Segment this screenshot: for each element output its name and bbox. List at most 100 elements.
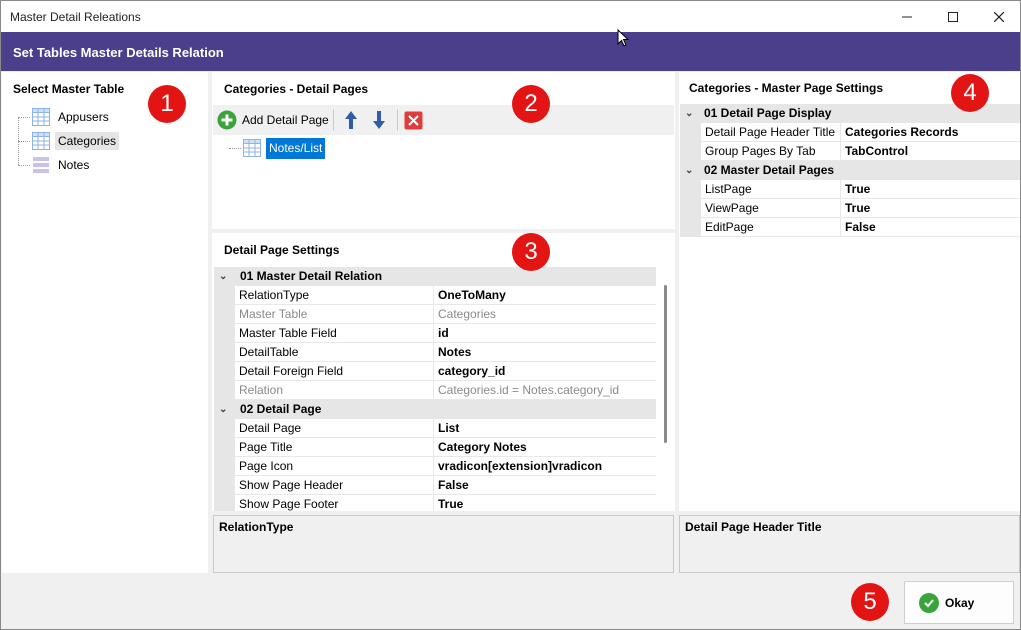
pg-category-detail-page[interactable]: ⌄ 02 Detail Page — [214, 400, 656, 419]
table-icon — [32, 108, 50, 126]
pg-row-value[interactable]: True — [434, 495, 656, 511]
master-settings-description: Detail Page Header Title — [679, 515, 1020, 573]
pg-row-value[interactable]: category_id — [434, 362, 656, 381]
tree-item-notes[interactable]: Notes — [32, 155, 92, 175]
pg-row-view-page[interactable]: ViewPage True — [701, 199, 1020, 218]
pg-row-page-title[interactable]: Page Title Category Notes — [235, 438, 656, 457]
pg-row-master-table-field[interactable]: Master Table Field id — [235, 324, 656, 343]
pg-row-name: Show Page Header — [235, 476, 434, 495]
pg-row-value[interactable]: False — [841, 218, 1020, 237]
pg-row-name: Relation — [235, 381, 434, 400]
pg-row-name: Detail Foreign Field — [235, 362, 434, 381]
badge-2: 2 — [512, 85, 550, 123]
pg-row-show-page-header[interactable]: Show Page Header False — [235, 476, 656, 495]
pg-row-value[interactable]: vradicon[extension]vradicon — [434, 457, 656, 476]
scrollbar-thumb[interactable] — [664, 285, 667, 443]
pg-row-value[interactable]: OneToMany — [434, 286, 656, 305]
master-settings-title: Categories - Master Page Settings — [689, 81, 884, 95]
pg-row-name: RelationType — [235, 286, 434, 305]
chevron-down-icon: ⌄ — [685, 165, 694, 176]
minimize-button[interactable] — [884, 1, 930, 32]
badge-5: 5 — [851, 583, 889, 621]
pg-row-edit-page[interactable]: EditPage False — [701, 218, 1020, 237]
pg-category-label: 02 Detail Page — [240, 402, 322, 416]
delete-detail-page-button[interactable] — [404, 109, 423, 131]
plus-circle-icon — [217, 110, 237, 130]
pg-row-value[interactable]: True — [841, 199, 1020, 218]
pg-row-name: DetailTable — [235, 343, 434, 362]
pg-category-label: 01 Detail Page Display — [704, 106, 832, 120]
pg-row-list-page[interactable]: ListPage True — [701, 180, 1020, 199]
pg-category-master-detail-relation[interactable]: ⌄ 01 Master Detail Relation — [214, 267, 656, 286]
delete-icon — [404, 111, 423, 129]
master-table-title: Select Master Table — [13, 82, 125, 96]
pg-row-show-page-footer[interactable]: Show Page Footer True — [235, 495, 656, 511]
table-icon — [243, 139, 261, 157]
pg-row-name: ListPage — [701, 180, 841, 199]
pg-category-label: 01 Master Detail Relation — [240, 269, 383, 283]
add-detail-page-label: Add Detail Page — [242, 113, 329, 127]
pg-row-name: Detail Page Header Title — [701, 123, 841, 142]
pg-row-value[interactable]: List — [434, 419, 656, 438]
badge-4: 4 — [951, 74, 989, 112]
maximize-icon — [948, 11, 958, 22]
pg-row-name: Page Title — [235, 438, 434, 457]
table-icon — [32, 132, 50, 150]
tree-item-categories[interactable]: Categories — [32, 131, 120, 151]
pg-category-master-detail-pages[interactable]: ⌄ 02 Master Detail Pages — [680, 161, 1020, 180]
pg-row-value[interactable]: id — [434, 324, 656, 343]
pg-row-value[interactable]: True — [841, 180, 1020, 199]
move-up-button[interactable] — [342, 109, 360, 131]
tree-item-label: Appusers — [58, 110, 109, 124]
pg-row-master-table[interactable]: Master Table Categories — [235, 305, 656, 324]
pg-row-value[interactable]: Category Notes — [434, 438, 656, 457]
badge-3: 3 — [512, 233, 550, 271]
window-title: Master Detail Releations — [10, 10, 141, 24]
badge-1: 1 — [148, 85, 186, 123]
chevron-down-icon: ⌄ — [685, 108, 694, 119]
okay-button[interactable]: Okay — [904, 581, 1014, 624]
pg-row-value[interactable]: Categories Records — [841, 123, 1020, 142]
pg-row-relation-type[interactable]: RelationType OneToMany — [235, 286, 656, 305]
pg-row-detail-page[interactable]: Detail Page List — [235, 419, 656, 438]
title-bar: Master Detail Releations — [1, 1, 1020, 32]
pg-row-name: Master Table Field — [235, 324, 434, 343]
pg-row-value: Categories — [434, 305, 656, 324]
close-button[interactable] — [976, 1, 1021, 32]
detail-page-item-notes-list[interactable]: Notes/List — [243, 137, 326, 159]
pg-row-value[interactable]: False — [434, 476, 656, 495]
header-bar: Set Tables Master Details Relation — [1, 32, 1020, 71]
maximize-button[interactable] — [930, 1, 976, 32]
pg-row-value[interactable]: Notes — [434, 343, 656, 362]
description-title: RelationType — [219, 520, 294, 534]
pg-row-name: EditPage — [701, 218, 841, 237]
pg-category-label: 02 Master Detail Pages — [704, 163, 835, 177]
chevron-down-icon: ⌄ — [219, 404, 228, 415]
pg-row-name: Master Table — [235, 305, 434, 324]
detail-settings-scrollbar[interactable] — [658, 267, 673, 511]
description-title: Detail Page Header Title — [685, 520, 822, 534]
pg-row-detail-table[interactable]: DetailTable Notes — [235, 343, 656, 362]
tree-item-appusers[interactable]: Appusers — [32, 107, 112, 127]
tree-item-label: Categories — [55, 132, 120, 150]
pg-row-name: ViewPage — [701, 199, 841, 218]
pg-row-detail-foreign-field[interactable]: Detail Foreign Field category_id — [235, 362, 656, 381]
pg-row-detail-page-header-title[interactable]: Detail Page Header Title Categories Reco… — [701, 123, 1020, 142]
pg-row-group-pages-by-tab[interactable]: Group Pages By Tab TabControl — [701, 142, 1020, 161]
detail-page-item-label: Notes/List — [266, 137, 326, 159]
pg-row-value: Categories.id = Notes.category_id — [434, 381, 656, 400]
close-icon — [994, 11, 1004, 22]
view-icon — [33, 157, 49, 173]
check-icon — [919, 592, 939, 613]
arrow-down-icon — [373, 111, 385, 129]
detail-pages-title: Categories - Detail Pages — [224, 82, 369, 96]
add-detail-page-button[interactable]: Add Detail Page — [217, 109, 329, 131]
move-down-button[interactable] — [370, 109, 388, 131]
pg-row-name: Detail Page — [235, 419, 434, 438]
pg-row-page-icon[interactable]: Page Icon vradicon[extension]vradicon — [235, 457, 656, 476]
arrow-up-icon — [345, 111, 357, 129]
mouse-cursor-icon — [617, 29, 629, 47]
pg-row-name: Show Page Footer — [235, 495, 434, 511]
pg-row-relation[interactable]: Relation Categories.id = Notes.category_… — [235, 381, 656, 400]
pg-row-value[interactable]: TabControl — [841, 142, 1020, 161]
